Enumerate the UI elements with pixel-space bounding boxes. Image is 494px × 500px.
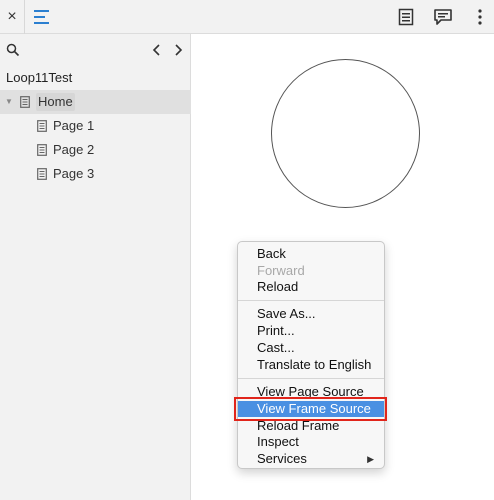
menu-item-label: Services [257,451,307,466]
page-item-page-3[interactable]: Page 3 [0,162,191,186]
menu-item-services[interactable]: Services ▶ [238,451,384,467]
top-toolbar: × [0,0,494,34]
context-menu: Back Forward Reload Save As... Print... … [237,241,385,469]
menu-item-save-as[interactable]: Save As... [238,306,384,322]
menu-item-back[interactable]: Back [238,246,384,262]
page-icon [37,168,47,180]
menu-item-reload[interactable]: Reload [238,279,384,295]
page-label: Page 1 [53,118,95,133]
menu-item-cast[interactable]: Cast... [238,340,384,356]
menu-item-reload-frame[interactable]: Reload Frame [238,418,384,434]
menu-item-translate[interactable]: Translate to English [238,357,384,373]
toolbar-divider [24,0,25,34]
menu-item-inspect[interactable]: Inspect [238,434,384,450]
comment-icon[interactable] [433,8,453,26]
menu-item-view-page-source[interactable]: View Page Source [238,384,384,400]
page-item-home[interactable]: ▼ Home [0,90,191,114]
page-icon [20,96,30,108]
page-item-page-1[interactable]: Page 1 [0,114,191,138]
menu-item-print[interactable]: Print... [238,323,384,339]
more-vertical-icon[interactable] [474,8,486,26]
circle-shape[interactable] [271,59,420,208]
page-label: Page 3 [53,166,95,181]
chevron-right-icon[interactable] [172,42,184,58]
chevron-left-icon[interactable] [151,42,163,58]
page-label: Page 2 [53,142,95,157]
caret-down-icon[interactable]: ▼ [4,90,14,114]
pages-sidebar: Loop11Test ▼ Home Page 1 Page 2 Page 3 [0,34,191,500]
close-icon[interactable]: × [2,5,22,29]
menu-separator [238,378,384,379]
page-icon [37,144,47,156]
menu-separator [238,300,384,301]
submenu-arrow-icon: ▶ [367,454,374,464]
project-title: Loop11Test [6,70,73,85]
page-icon [37,120,47,132]
page-item-page-2[interactable]: Page 2 [0,138,191,162]
menu-item-view-frame-source[interactable]: View Frame Source [238,401,384,417]
search-icon[interactable] [6,43,20,57]
hamburger-menu-icon[interactable] [32,7,52,27]
page-icon[interactable] [398,8,414,26]
page-label: Home [36,93,75,111]
menu-item-forward: Forward [257,263,305,278]
